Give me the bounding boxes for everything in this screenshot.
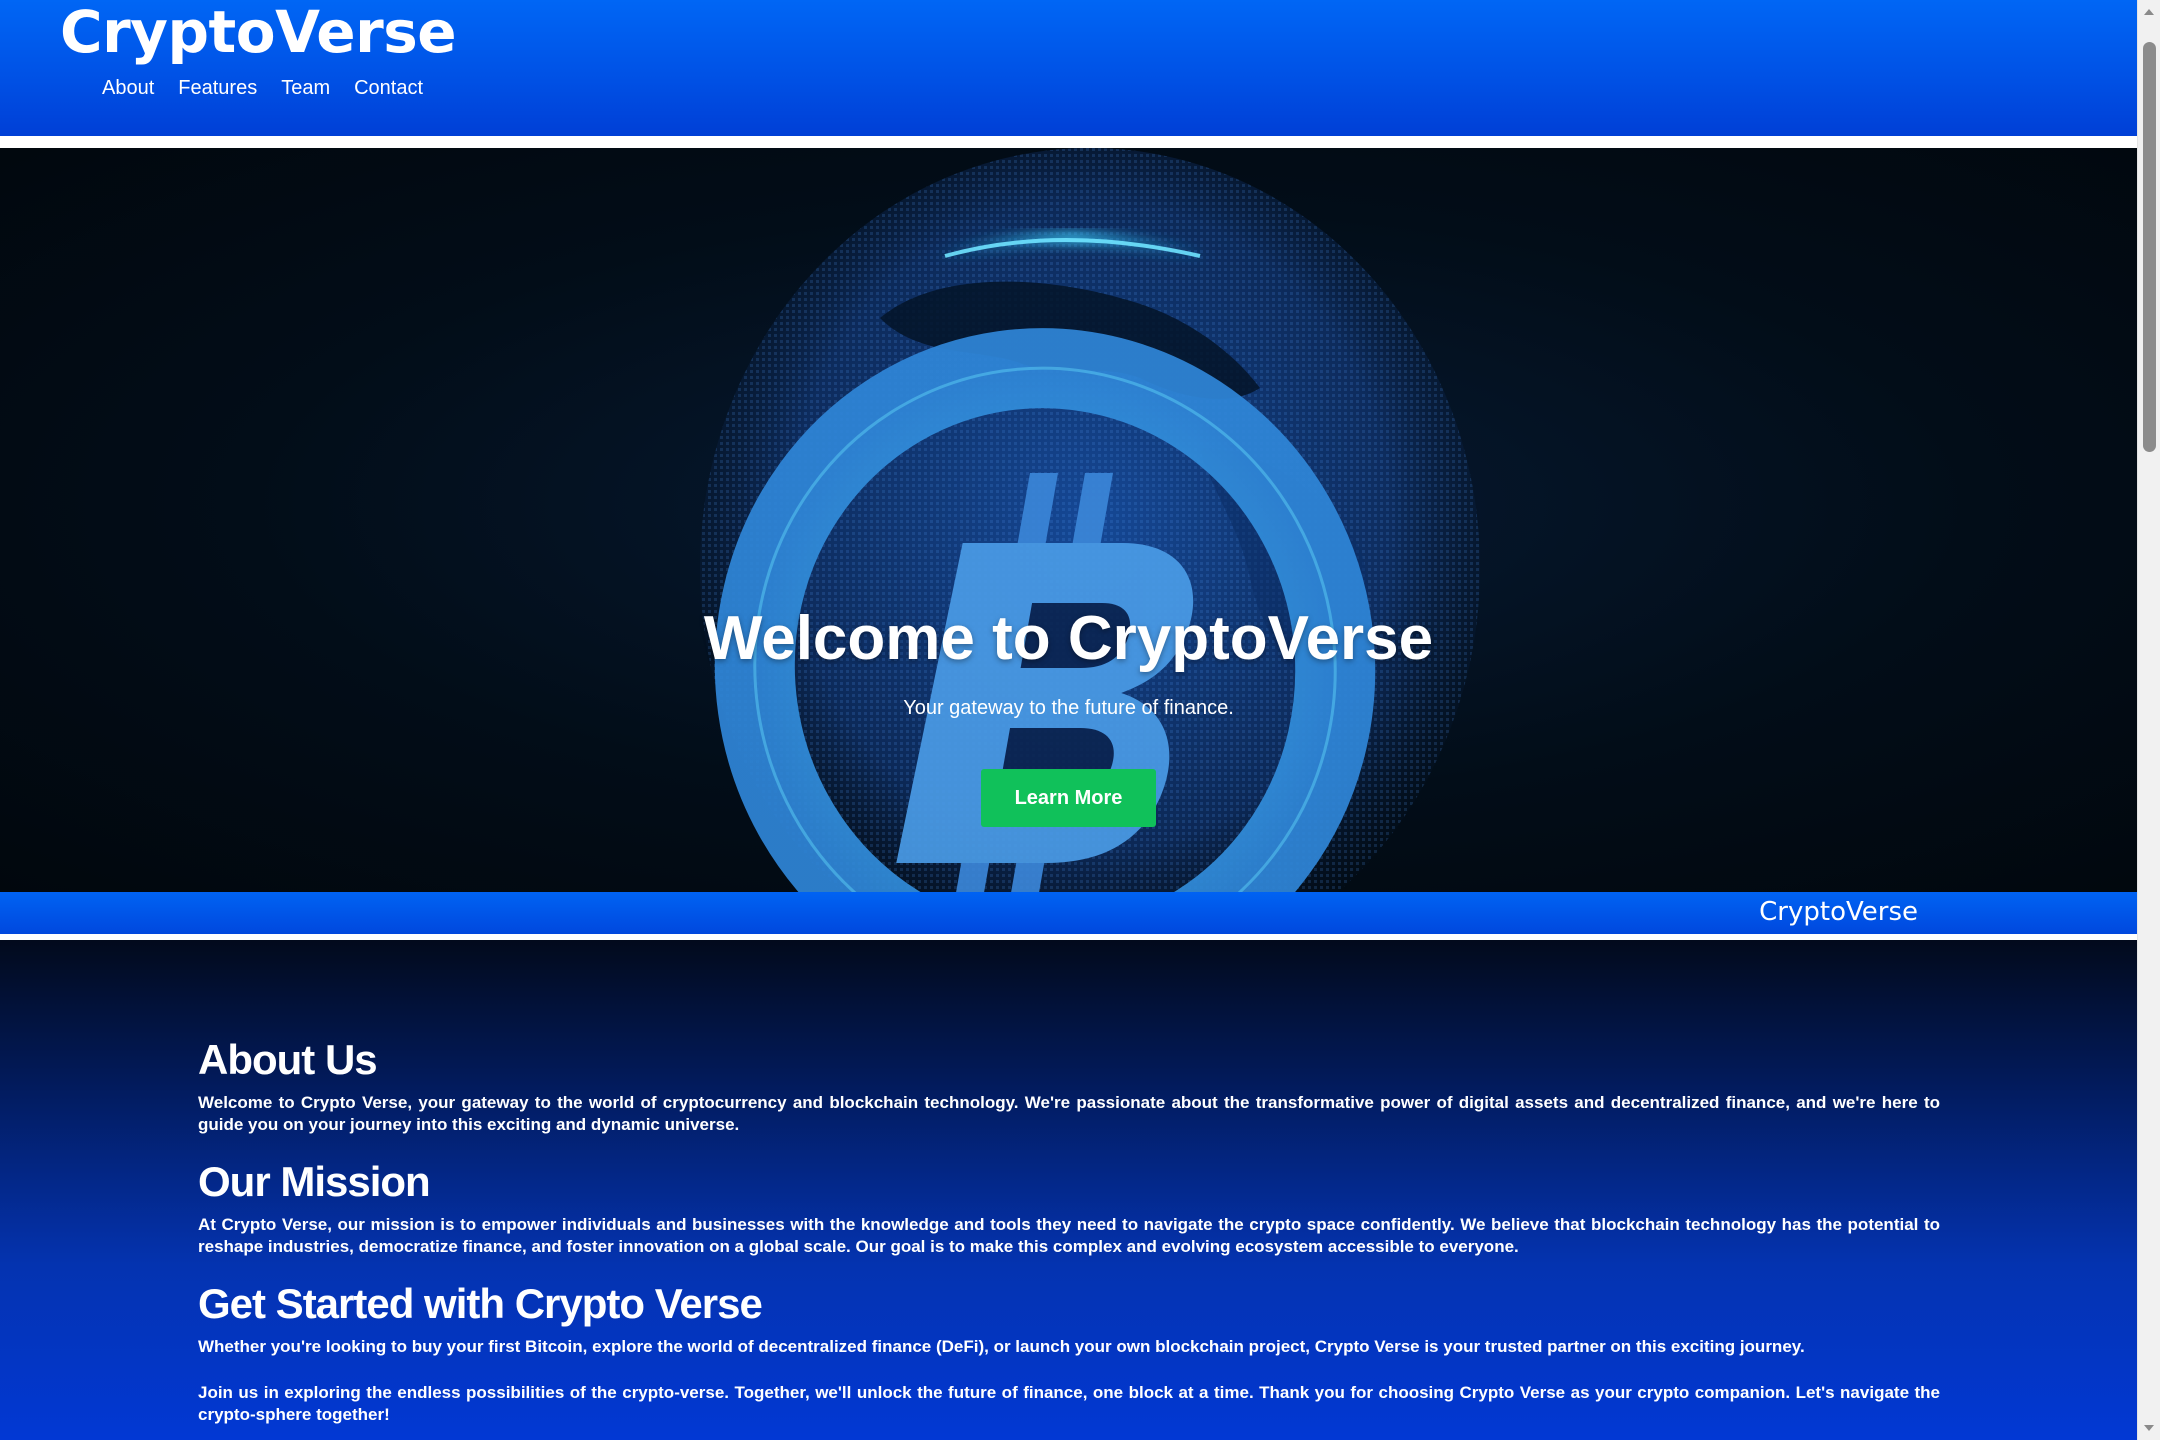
mission-heading: Our Mission xyxy=(198,1158,431,1205)
page-viewport: CryptoVerse About Features Team Contact xyxy=(0,0,2137,1440)
nav-link-team[interactable]: Team xyxy=(281,76,330,100)
content-inner: About Us Welcome to Crypto Verse, your g… xyxy=(198,1036,1940,1426)
scroll-up-arrow-icon[interactable] xyxy=(2143,6,2155,18)
about-section: About Us Welcome to Crypto Verse, your g… xyxy=(198,1036,1940,1136)
scroll-down-arrow-icon[interactable] xyxy=(2143,1422,2155,1434)
nav-link-features[interactable]: Features xyxy=(178,76,257,100)
hero-title: Welcome to CryptoVerse xyxy=(703,604,1434,673)
mission-text: At Crypto Verse, our mission is to empow… xyxy=(198,1215,1940,1256)
about-heading: About Us xyxy=(198,1036,378,1083)
learn-more-button[interactable]: Learn More xyxy=(981,769,1156,827)
scrollbar-thumb[interactable] xyxy=(2143,42,2156,452)
content-section: About Us Welcome to Crypto Verse, your g… xyxy=(0,940,2137,1440)
main-nav: About Features Team Contact xyxy=(102,76,423,100)
brand-strip: CryptoVerse xyxy=(0,892,2137,934)
about-text: Welcome to Crypto Verse, your gateway to… xyxy=(198,1093,1940,1134)
get-started-text-2: Join us in exploring the endless possibi… xyxy=(198,1383,1940,1424)
mission-section: Our Mission At Crypto Verse, our mission… xyxy=(198,1158,1940,1258)
site-logo[interactable]: CryptoVerse xyxy=(60,0,457,66)
nav-link-about[interactable]: About xyxy=(102,76,154,100)
hero-section: Welcome to CryptoVerse Your gateway to t… xyxy=(0,148,2137,892)
nav-link-contact[interactable]: Contact xyxy=(354,76,423,100)
get-started-text-1: Whether you're looking to buy your first… xyxy=(198,1337,1805,1356)
get-started-heading: Get Started with Crypto Verse xyxy=(198,1280,763,1327)
site-header: CryptoVerse About Features Team Contact xyxy=(0,0,2137,136)
brand-strip-text: CryptoVerse xyxy=(1759,897,1918,927)
get-started-section: Get Started with Crypto Verse Whether yo… xyxy=(198,1280,1940,1426)
vertical-scrollbar[interactable] xyxy=(2137,0,2160,1440)
hero-subtitle: Your gateway to the future of finance. xyxy=(903,697,1234,719)
